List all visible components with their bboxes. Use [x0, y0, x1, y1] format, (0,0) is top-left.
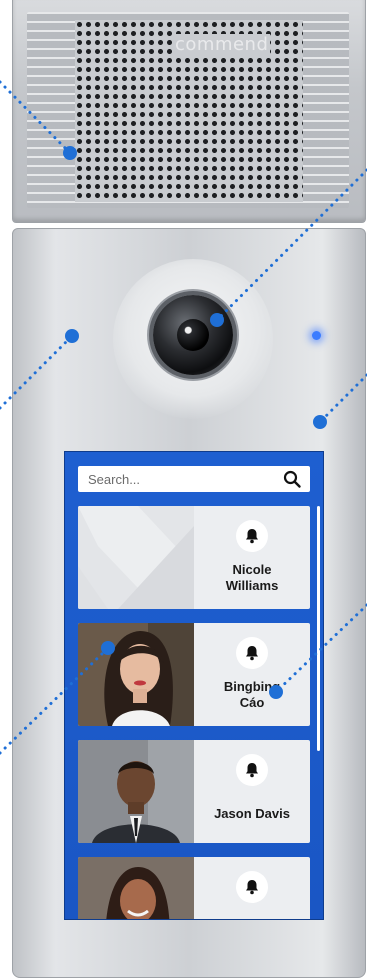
contact-name: Nicole Williams — [202, 562, 302, 594]
contact-last-name: Williams — [225, 578, 279, 593]
speaker-module: commend — [12, 0, 366, 223]
contact-last-name: Cáo — [239, 695, 265, 710]
bell-icon[interactable] — [236, 754, 268, 786]
contact-name: Jason Davis — [202, 806, 302, 822]
bell-icon[interactable] — [236, 871, 268, 903]
camera-lens — [177, 319, 209, 351]
contact-card-nicole-williams[interactable]: Nicole Williams — [78, 506, 310, 609]
contact-photo-woman — [78, 623, 194, 726]
contact-info: Nicole Williams — [194, 506, 310, 609]
contact-card-bingbing-cao[interactable]: Bingbing Cáo — [78, 623, 310, 726]
search-icon[interactable] — [282, 469, 302, 489]
search-input[interactable] — [78, 471, 282, 487]
status-led — [312, 331, 321, 340]
contact-card-jason-davis[interactable]: Jason Davis — [78, 740, 310, 843]
speaker-frame: commend — [27, 12, 349, 208]
contact-info: Jason Davis — [194, 740, 310, 843]
bell-icon[interactable] — [236, 520, 268, 552]
contact-info: Bingbing Cáo — [194, 623, 310, 726]
search-bar[interactable] — [78, 466, 310, 492]
touch-screen: Nicole Williams B — [64, 451, 324, 920]
camera-icon — [153, 295, 233, 375]
contact-name: Bingbing Cáo — [202, 679, 302, 711]
contact-info — [194, 857, 310, 919]
contact-photo-placeholder — [78, 506, 194, 609]
bell-icon[interactable] — [236, 637, 268, 669]
scrollbar[interactable] — [317, 506, 320, 751]
contact-first-name: Nicole — [232, 562, 272, 577]
contact-photo-man — [78, 740, 194, 843]
contact-card-partial[interactable] — [78, 857, 310, 919]
contact-first-name: Bingbing — [223, 679, 281, 694]
contact-full-name: Jason Davis — [214, 806, 290, 821]
brand-logo: commend — [173, 34, 271, 55]
contact-photo-woman-2 — [78, 857, 194, 919]
